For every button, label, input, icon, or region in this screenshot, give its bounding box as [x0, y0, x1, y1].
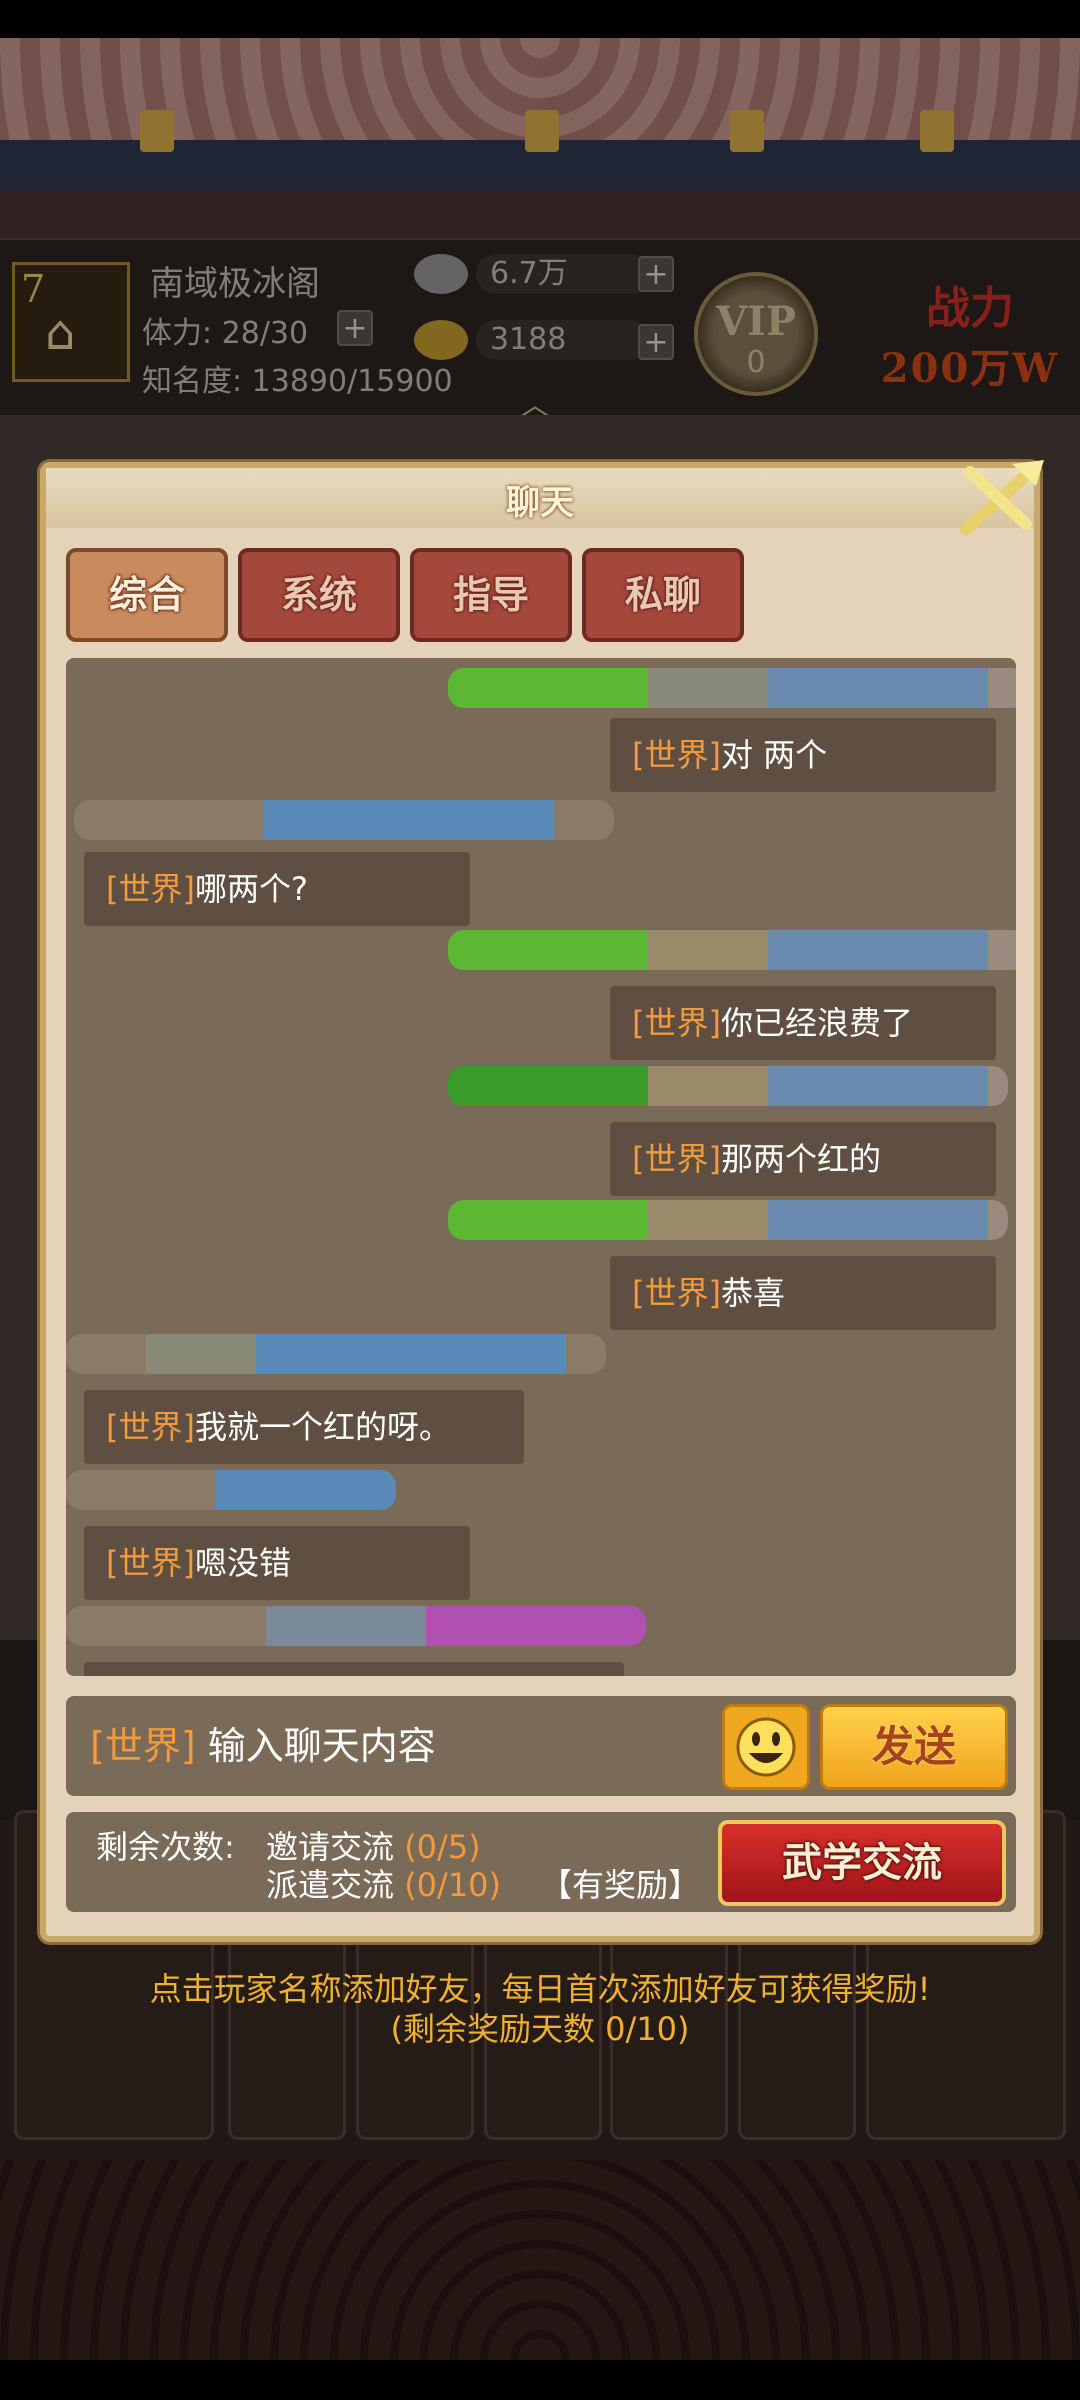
- smiley-face-icon: [736, 1717, 796, 1777]
- input-placeholder: 输入聊天内容: [207, 1724, 436, 1768]
- chat-message: [世界]你已经浪费了: [610, 986, 996, 1060]
- channel-tag: [世界]: [106, 1544, 195, 1582]
- channel-tag: [世界]: [632, 1140, 721, 1178]
- dispatch-label: 派遣交流: [266, 1866, 395, 1904]
- reward-label: 【有奖励】: [540, 1866, 701, 1904]
- sender-name-blurred[interactable]: [66, 1470, 396, 1510]
- chat-message: [世界]哪两个?: [84, 852, 470, 926]
- message-text: 你已经浪费了: [720, 1004, 913, 1042]
- tab-system[interactable]: 系统: [238, 548, 400, 642]
- sender-name-blurred[interactable]: [74, 800, 614, 840]
- channel-tag: [世界]: [632, 1274, 721, 1312]
- message-text: 恭喜: [720, 1274, 785, 1312]
- tab-general[interactable]: 综合: [66, 548, 228, 642]
- tab-guide[interactable]: 指导: [410, 548, 572, 642]
- message-text: 那两个红的: [720, 1140, 881, 1178]
- chat-message: [世界]恭喜: [610, 1256, 996, 1330]
- channel-tag: [世界]: [106, 1408, 195, 1446]
- channel-tag: [世界]: [632, 736, 721, 774]
- sender-name-blurred[interactable]: [66, 1334, 606, 1374]
- remaining-label: 剩余次数:: [96, 1828, 235, 1866]
- chat-message-list[interactable]: [世界]对 两个 [世界]哪两个? [世界]你已经浪费了 [世界]那两个红的 […: [66, 658, 1016, 1676]
- input-channel-tag[interactable]: [世界]: [90, 1724, 196, 1768]
- tab-private[interactable]: 私聊: [582, 548, 744, 642]
- chat-message: [世界]嗯没错: [84, 1526, 470, 1600]
- chat-input[interactable]: [世界] 输入聊天内容: [66, 1696, 710, 1796]
- martial-exchange-button[interactable]: 武学交流: [718, 1820, 1006, 1906]
- reward-days-tip: (剩余奖励天数 0/10): [390, 2010, 690, 2048]
- sender-name-blurred[interactable]: [66, 1606, 646, 1646]
- chat-message: [世界]对 两个: [610, 718, 996, 792]
- close-icon[interactable]: [952, 458, 1048, 538]
- message-text: 嗯没错: [194, 1544, 291, 1582]
- sender-name-blurred[interactable]: [448, 930, 1016, 970]
- chat-message-partial: [84, 1662, 624, 1676]
- send-button[interactable]: 发送: [820, 1704, 1008, 1790]
- emoji-button[interactable]: [722, 1704, 810, 1790]
- sender-name-blurred[interactable]: [448, 1200, 1008, 1240]
- chat-title: 聊天: [506, 483, 574, 523]
- chat-message: [世界]那两个红的: [610, 1122, 996, 1196]
- message-text: 我就一个红的呀。: [194, 1408, 451, 1446]
- dispatch-exchange-text: 派遣交流 (0/10): [266, 1860, 501, 1906]
- chat-message: [世界]我就一个红的呀。: [84, 1390, 524, 1464]
- channel-tag: [世界]: [106, 870, 195, 908]
- message-text: 对 两个: [720, 736, 828, 774]
- channel-tag: [世界]: [632, 1004, 721, 1042]
- message-text: 哪两个?: [194, 870, 308, 908]
- dispatch-count: (0/10): [404, 1866, 502, 1904]
- sender-name-blurred[interactable]: [448, 668, 1016, 708]
- sender-name-blurred[interactable]: [448, 1066, 1008, 1106]
